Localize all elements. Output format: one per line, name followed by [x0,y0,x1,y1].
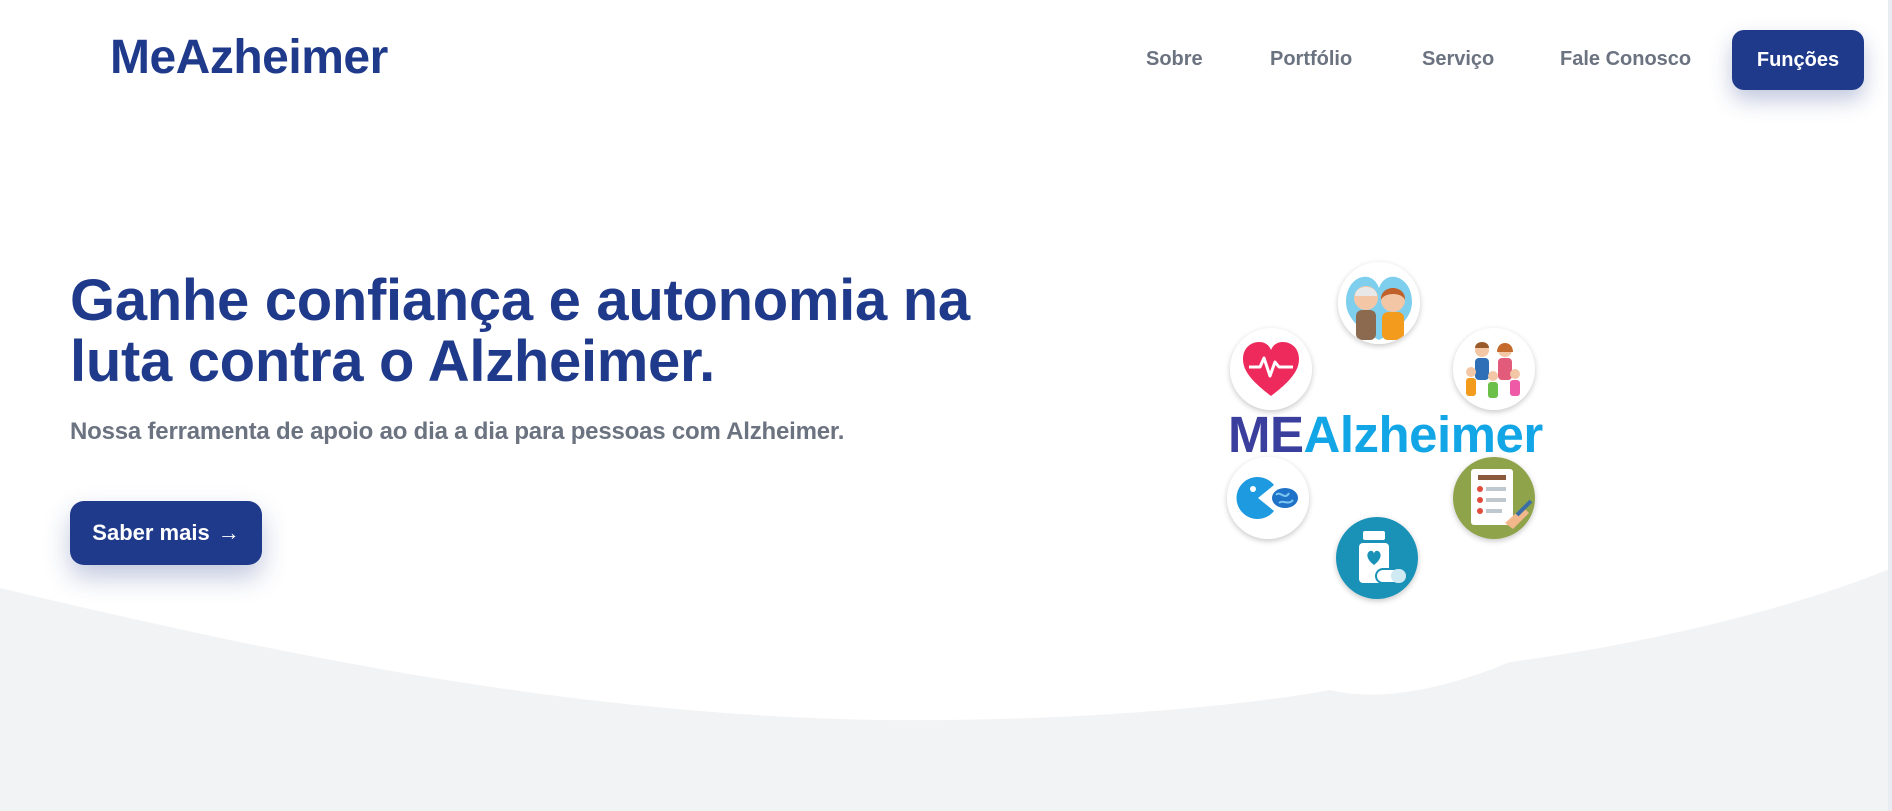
logo-text-me: ME [1228,406,1304,463]
mealzheimer-logo-graphic: MEAlzheimer [1210,255,1570,615]
nav-link-sobre[interactable]: Sobre [1146,48,1203,71]
saber-mais-button[interactable]: Saber mais → [70,501,262,565]
site-header: MeAzheimer Sobre Portfólio Serviço Fale … [0,0,1892,120]
nav-link-fale-conosco[interactable]: Fale Conosco [1560,48,1691,71]
scrollbar[interactable] [1888,0,1892,811]
hero-section: Ganhe confiança e autonomia na luta cont… [70,270,1010,565]
page: MeAzheimer Sobre Portfólio Serviço Fale … [0,0,1892,811]
hero-title-line-2: luta contra o Alzheimer. [70,329,715,394]
family-icon [1453,328,1535,410]
nav-link-servico[interactable]: Serviço [1422,48,1494,71]
hero-subtitle: Nossa ferramenta de apoio ao dia a dia p… [70,418,845,445]
elderly-couple-icon [1338,262,1420,344]
medication-icon [1336,517,1418,599]
arrow-right-icon: → [217,520,240,545]
mealzheimer-logo-text: MEAlzheimer [1228,405,1543,464]
logo-text-alzheimer: Alzheimer [1303,406,1544,463]
hero-title: Ganhe confiança e autonomia na luta cont… [70,270,1010,392]
checklist-icon [1453,457,1535,539]
saber-mais-label: Saber mais [92,520,210,545]
hero-title-line-1: Ganhe confiança e autonomia na [70,268,970,333]
heart-pulse-icon [1230,328,1312,410]
nav-link-portfolio[interactable]: Portfólio [1270,48,1352,71]
brand-logo[interactable]: MeAzheimer [110,30,388,85]
brain-game-icon [1227,457,1309,539]
funcoes-button[interactable]: Funções [1732,30,1864,90]
